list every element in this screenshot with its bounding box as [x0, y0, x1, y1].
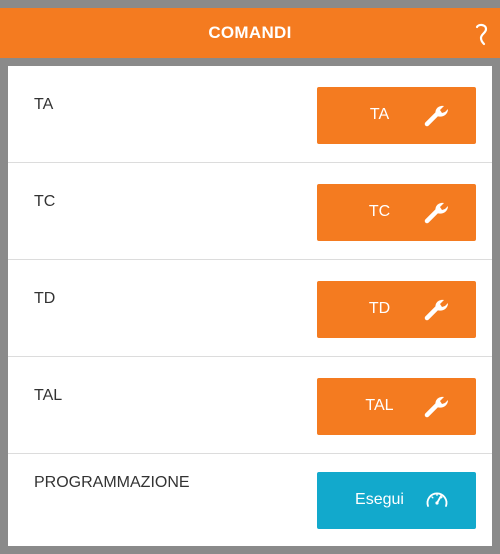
ta-button[interactable]: TA — [317, 87, 476, 144]
command-row-programmazione: PROGRAMMAZIONE Esegui — [8, 454, 492, 546]
row-label: TA — [34, 96, 54, 113]
row-label: PROGRAMMAZIONE — [34, 474, 190, 491]
wrench-icon — [424, 396, 448, 418]
wrench-icon — [424, 105, 448, 127]
speedometer-icon — [426, 492, 448, 507]
td-button[interactable]: TD — [317, 281, 476, 338]
help-icon[interactable] — [472, 22, 492, 48]
command-row-ta: TA TA — [8, 66, 492, 163]
tc-button[interactable]: TC — [317, 184, 476, 241]
command-row-tal: TAL TAL — [8, 357, 492, 454]
row-label: TD — [34, 290, 56, 307]
header-bar: COMANDI — [0, 8, 500, 58]
tal-button[interactable]: TAL — [317, 378, 476, 435]
row-label: TAL — [34, 387, 63, 404]
wrench-icon — [424, 299, 448, 321]
command-row-tc: TC TC — [8, 163, 492, 260]
wrench-icon — [424, 202, 448, 224]
esegui-button[interactable]: Esegui — [317, 472, 476, 529]
command-row-td: TD TD — [8, 260, 492, 357]
row-label: TC — [34, 193, 56, 210]
page-title: COMANDI — [208, 23, 292, 42]
